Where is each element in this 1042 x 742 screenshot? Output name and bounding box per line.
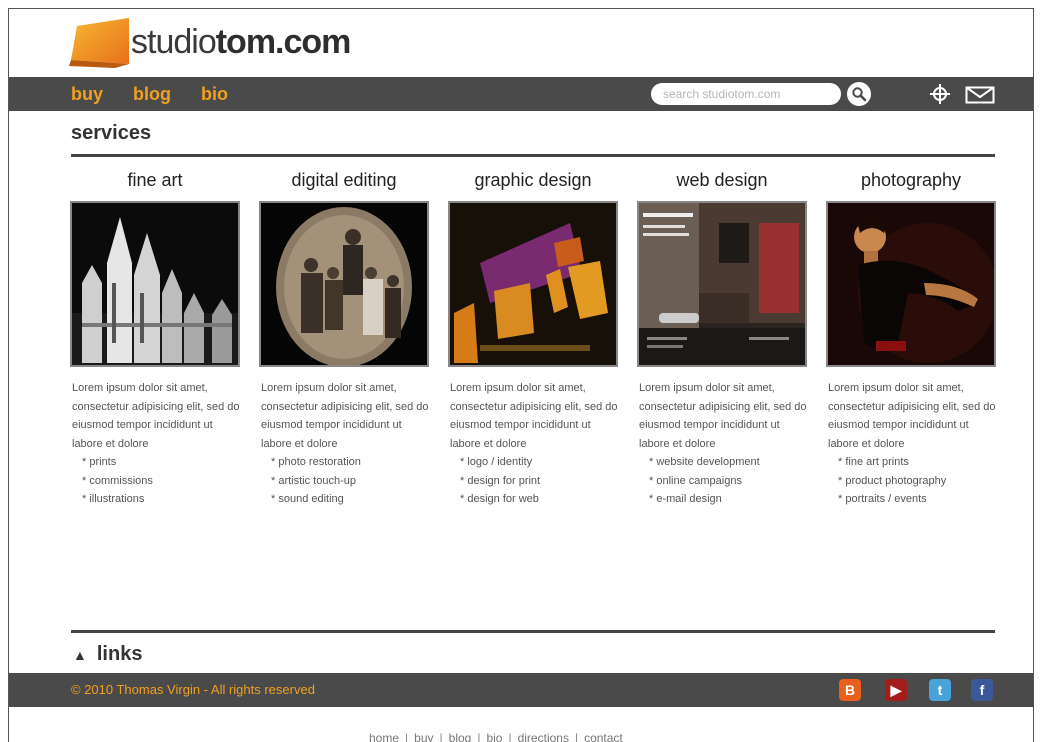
service-title: photography [860, 170, 962, 190]
service-bullet-list: logo / identity design for print design … [448, 453, 618, 509]
youtube-icon[interactable]: ▶ [885, 679, 907, 701]
site-logo[interactable]: studiotom.com [69, 14, 352, 70]
graphic-design-image[interactable] [448, 201, 618, 367]
service-bullet: portraits / events [838, 490, 996, 509]
service-title: digital editing [291, 170, 397, 190]
service-bullet: photo restoration [271, 453, 429, 472]
links-divider [71, 630, 995, 633]
service-title: graphic design [474, 170, 592, 190]
services-grid: fine art Lorem ipsum dolor sit amet, con… [70, 169, 996, 509]
facebook-icon[interactable]: f [971, 679, 993, 701]
triangle-up-icon: ▲ [73, 646, 87, 663]
service-bullet: prints [82, 453, 240, 472]
service-bullet-list: website development online campaigns e-m… [637, 453, 807, 509]
service-description: Lorem ipsum dolor sit amet, consectetur … [72, 382, 240, 450]
service-description: Lorem ipsum dolor sit amet, consectetur … [639, 382, 807, 450]
service-title: fine art [127, 170, 183, 190]
service-graphic-design: graphic design Lorem ipsum dolor sit ame… [448, 169, 618, 509]
nav-link-blog[interactable]: blog [133, 84, 171, 105]
digital-editing-image[interactable] [259, 201, 429, 367]
service-bullet-list: prints commissions illustrations [70, 453, 240, 509]
service-bullet: logo / identity [460, 453, 618, 472]
service-photography: photography Lorem ipsum dolor sit amet, … [826, 169, 996, 509]
service-bullet: commissions [82, 472, 240, 491]
service-description: Lorem ipsum dolor sit amet, consectetur … [828, 382, 996, 450]
separator: | [405, 731, 409, 742]
service-bullet: fine art prints [838, 453, 996, 472]
separator: | [477, 731, 481, 742]
bottom-link-home[interactable]: home [369, 731, 399, 742]
nav-links: buy blog bio [71, 77, 228, 111]
crosshair-icon[interactable] [929, 83, 951, 105]
search-button[interactable] [847, 82, 871, 106]
top-nav-bar: buy blog bio [9, 77, 1033, 111]
logo-mark-icon [69, 16, 133, 68]
footer-bar: © 2010 Thomas Virgin - All rights reserv… [9, 673, 1033, 707]
mail-icon[interactable] [965, 86, 995, 104]
service-bullet: design for print [460, 472, 618, 491]
logo-text-bold: tom.com [215, 22, 352, 61]
services-divider [71, 154, 995, 157]
bottom-link-blog[interactable]: blog [449, 731, 472, 742]
service-bullet: sound editing [271, 490, 429, 509]
bottom-link-contact[interactable]: contact [584, 731, 623, 742]
service-description: Lorem ipsum dolor sit amet, consectetur … [261, 382, 429, 450]
service-digital-editing: digital editing Lorem ipsum dolor sit am… [259, 169, 429, 509]
links-toggle[interactable]: ▲ links [73, 643, 142, 666]
copyright-text: © 2010 Thomas Virgin - All rights reserv… [71, 682, 315, 697]
service-title: web design [676, 170, 768, 190]
service-bullet: illustrations [82, 490, 240, 509]
search-icon [852, 87, 867, 102]
service-bullet: online campaigns [649, 472, 807, 491]
bottom-nav: home | buy | blog | bio | directions | c… [369, 731, 623, 742]
services-heading: services [71, 122, 152, 144]
service-bullet: artistic touch-up [271, 472, 429, 491]
logo-text-light: studio [131, 22, 217, 61]
service-bullet: design for web [460, 490, 618, 509]
blogger-icon[interactable]: B [839, 679, 861, 701]
service-bullet-list: fine art prints product photography port… [826, 453, 996, 509]
service-bullet: product photography [838, 472, 996, 491]
separator: | [574, 731, 579, 742]
separator: | [439, 731, 443, 742]
fine-art-image[interactable] [70, 201, 240, 367]
twitter-icon[interactable]: t [929, 679, 951, 701]
service-bullet-list: photo restoration artistic touch-up soun… [259, 453, 429, 509]
separator: | [508, 731, 512, 742]
web-design-image[interactable] [637, 201, 807, 367]
bottom-link-directions[interactable]: directions [518, 731, 569, 742]
bottom-link-bio[interactable]: bio [486, 731, 502, 742]
photography-image[interactable] [826, 201, 996, 367]
search-input[interactable] [651, 83, 841, 105]
nav-link-bio[interactable]: bio [201, 84, 228, 105]
bottom-link-buy[interactable]: buy [414, 731, 433, 742]
service-bullet: website development [649, 453, 807, 472]
service-fine-art: fine art Lorem ipsum dolor sit amet, con… [70, 169, 240, 509]
service-web-design: web design Lorem ipsum dolor sit amet, c… [637, 169, 807, 509]
links-label: links [96, 643, 143, 665]
service-bullet: e-mail design [649, 490, 807, 509]
nav-link-buy[interactable]: buy [71, 84, 103, 105]
service-description: Lorem ipsum dolor sit amet, consectetur … [450, 382, 618, 450]
page-frame: studiotom.com buy blog bio services [8, 8, 1034, 742]
